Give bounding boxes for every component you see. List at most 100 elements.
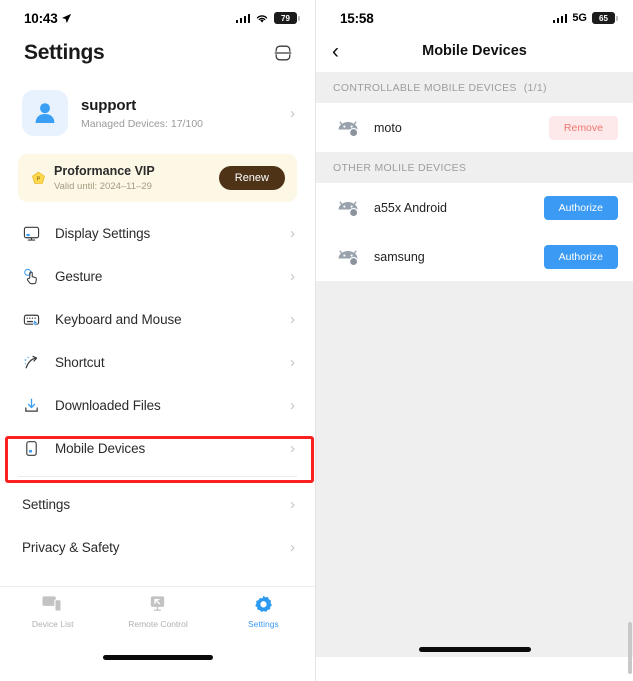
vip-banner-wrapper: P Proformance VIP Valid until: 2024–11–2… — [0, 150, 315, 212]
back-button[interactable]: ‹ — [332, 41, 356, 62]
chevron-right-icon: › — [290, 354, 295, 371]
tab-label: Settings — [247, 619, 279, 629]
sidebar-item-shortcut[interactable]: Shortcut › — [0, 341, 315, 384]
page-scrollbar[interactable] — [628, 622, 632, 674]
right-status-bar: 15:58 5G 65 — [316, 0, 633, 30]
vip-banner: P Proformance VIP Valid until: 2024–11–2… — [18, 154, 297, 202]
android-robot-icon — [335, 197, 361, 219]
scan-code-icon[interactable] — [273, 43, 293, 63]
bottom-tab-bar: Device List Remote Control Settings — [0, 586, 315, 681]
list-item[interactable]: samsung Authorize — [316, 232, 633, 281]
remove-button[interactable]: Remove — [548, 115, 618, 140]
tab-settings[interactable]: Settings — [211, 594, 315, 643]
managed-devices-count: Managed Devices: 17/100 — [81, 117, 203, 130]
page-title: Settings — [24, 41, 105, 64]
dual-phone-screenshot: 10:43 79 Settings support Managed Device… — [0, 0, 633, 681]
keyboard-icon — [22, 310, 41, 329]
chevron-right-icon: › — [290, 397, 295, 414]
status-time: 10:43 — [24, 10, 58, 26]
download-icon — [22, 396, 41, 415]
tab-remote-control[interactable]: Remote Control — [105, 594, 210, 643]
profile-card[interactable]: support Managed Devices: 17/100 › — [0, 76, 315, 150]
device-name: moto — [374, 120, 402, 135]
sidebar-item-settings[interactable]: Settings › — [0, 483, 315, 526]
sidebar-item-label: Downloaded Files — [55, 398, 161, 413]
status-indicators: 5G 65 — [552, 12, 618, 24]
hand-tap-icon — [22, 267, 41, 286]
tab-label: Remote Control — [128, 619, 188, 629]
list-item[interactable]: a55x Android Authorize — [316, 183, 633, 232]
wifi-icon — [256, 14, 268, 23]
device-list-body: CONTROLLABLE MOBILE DEVICES (1/1) moto R… — [316, 72, 633, 681]
mobile-phone-icon — [22, 439, 41, 458]
gear-icon — [252, 594, 274, 614]
location-arrow-icon — [61, 13, 71, 23]
menu-divider — [18, 476, 297, 477]
section-title: CONTROLLABLE MOBILE DEVICES — [333, 81, 517, 94]
authorize-button[interactable]: Authorize — [543, 244, 618, 269]
tab-device-list[interactable]: Device List — [0, 594, 105, 643]
user-avatar-icon — [35, 103, 55, 123]
chevron-right-icon: › — [290, 225, 295, 242]
avatar — [22, 90, 68, 136]
status-time-group: 10:43 — [24, 11, 72, 26]
tab-list: Device List Remote Control Settings — [0, 587, 315, 643]
home-indicator — [418, 647, 531, 652]
sidebar-item-label: Display Settings — [55, 226, 151, 241]
battery-indicator: 79 — [274, 12, 300, 24]
section-header-controllable: CONTROLLABLE MOBILE DEVICES (1/1) — [316, 72, 633, 103]
vip-valid-until: Valid until: 2024–11–29 — [54, 181, 152, 192]
bottom-spacer — [316, 657, 633, 681]
settings-menu-group-2: Settings › Privacy & Safety › — [0, 483, 315, 569]
sidebar-item-label: Privacy & Safety — [22, 540, 120, 555]
device-name: samsung — [374, 249, 425, 264]
list-item[interactable]: moto Remove — [316, 103, 633, 152]
cellular-signal-icon — [552, 13, 568, 23]
vip-texts: Proformance VIP Valid until: 2024–11–29 — [54, 164, 211, 192]
sidebar-item-label: Gesture — [55, 269, 103, 284]
chevron-right-icon: › — [290, 311, 295, 328]
vip-pentagon-icon: P — [31, 171, 46, 186]
vip-title: Proformance VIP — [54, 164, 155, 178]
sidebar-item-label: Shortcut — [55, 355, 105, 370]
renew-button[interactable]: Renew — [218, 166, 285, 190]
section-title: OTHER MOLILE DEVICES — [333, 161, 467, 174]
cellular-signal-icon — [235, 13, 250, 23]
right-phone-panel: 15:58 5G 65 ‹ Mobile Devices CONTROLLABL… — [316, 0, 633, 681]
shortcut-arrow-icon — [22, 353, 41, 372]
chevron-right-icon: › — [290, 104, 295, 122]
device-name: a55x Android — [374, 200, 447, 215]
sidebar-item-mobile-devices[interactable]: Mobile Devices › — [0, 427, 315, 470]
chevron-right-icon: › — [290, 440, 295, 457]
sidebar-item-display-settings[interactable]: Display Settings › — [0, 212, 315, 255]
chevron-right-icon: › — [290, 496, 295, 513]
tab-label: Device List — [31, 619, 74, 629]
sidebar-item-privacy-and-safety[interactable]: Privacy & Safety › — [0, 526, 315, 569]
settings-menu-group-1: Display Settings › Gesture › Keyboard an… — [0, 212, 315, 470]
home-indicator — [103, 655, 213, 660]
page-title: Mobile Devices — [422, 43, 527, 59]
chevron-right-icon: › — [290, 539, 295, 556]
battery-indicator: 65 — [592, 12, 618, 24]
left-phone-panel: 10:43 79 Settings support Managed Device… — [0, 0, 316, 681]
sidebar-item-gesture[interactable]: Gesture › — [0, 255, 315, 298]
sidebar-item-keyboard-and-mouse[interactable]: Keyboard and Mouse › — [0, 298, 315, 341]
status-time: 15:58 — [340, 10, 374, 26]
section-header-other: OTHER MOLILE DEVICES — [316, 152, 633, 183]
svg-text:P: P — [37, 176, 41, 182]
network-type-label: 5G — [572, 12, 587, 24]
authorize-button[interactable]: Authorize — [543, 195, 618, 220]
monitor-icon — [22, 224, 41, 243]
android-robot-icon — [335, 246, 361, 268]
right-header: ‹ Mobile Devices — [316, 30, 633, 72]
sidebar-item-downloaded-files[interactable]: Downloaded Files › — [0, 384, 315, 427]
section-count: (1/1) — [523, 81, 547, 94]
devices-icon — [42, 594, 64, 614]
profile-texts: support Managed Devices: 17/100 — [81, 97, 277, 130]
empty-area — [316, 281, 633, 681]
left-status-bar: 10:43 79 — [0, 0, 315, 30]
sidebar-item-label: Mobile Devices — [55, 441, 146, 456]
chevron-right-icon: › — [290, 268, 295, 285]
left-header: Settings — [0, 30, 315, 76]
android-robot-icon — [335, 117, 361, 139]
